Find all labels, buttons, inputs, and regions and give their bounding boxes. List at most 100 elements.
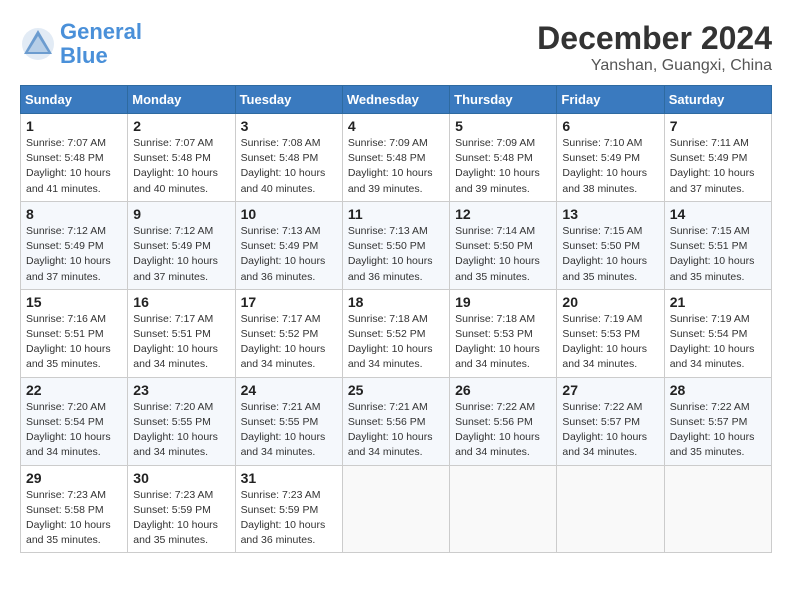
day-info: Sunrise: 7:16 AM Sunset: 5:51 PM Dayligh… [26, 312, 122, 373]
day-number: 10 [241, 206, 337, 222]
title-block: December 2024 Yanshan, Guangxi, China [537, 20, 772, 75]
calendar-cell: 12 Sunrise: 7:14 AM Sunset: 5:50 PM Dayli… [450, 201, 557, 289]
calendar-cell: 1Sunrise: 7:07 AM Sunset: 5:48 PM Daylig… [21, 114, 128, 202]
day-info: Sunrise: 7:22 AM Sunset: 5:57 PM Dayligh… [670, 400, 766, 461]
calendar-cell: 16Sunrise: 7:17 AM Sunset: 5:51 PM Dayli… [128, 289, 235, 377]
calendar-cell: 22 Sunrise: 7:20 AM Sunset: 5:54 PM Dayli… [21, 377, 128, 465]
day-number: 18 [348, 294, 444, 310]
calendar-cell: 5 Sunrise: 7:09 AM Sunset: 5:48 PM Daylig… [450, 114, 557, 202]
day-info: Sunrise: 7:13 AM Sunset: 5:49 PM Dayligh… [241, 224, 337, 285]
day-number: 16 [133, 294, 229, 310]
logo-line2: Blue [60, 43, 108, 68]
day-number: 19 [455, 294, 551, 310]
day-info: Sunrise: 7:18 AM Sunset: 5:53 PM Dayligh… [455, 312, 551, 373]
month-title: December 2024 [537, 20, 772, 57]
page-header: General Blue December 2024 Yanshan, Guan… [20, 20, 772, 75]
calendar-cell: 23 Sunrise: 7:20 AM Sunset: 5:55 PM Dayli… [128, 377, 235, 465]
day-info: Sunrise: 7:07 AM Sunset: 5:48 PM Dayligh… [26, 136, 122, 197]
calendar-cell: 27 Sunrise: 7:22 AM Sunset: 5:57 PM Dayli… [557, 377, 664, 465]
calendar-cell: 4 Sunrise: 7:09 AM Sunset: 5:48 PM Daylig… [342, 114, 449, 202]
day-info: Sunrise: 7:08 AM Sunset: 5:48 PM Dayligh… [241, 136, 337, 197]
day-info: Sunrise: 7:12 AM Sunset: 5:49 PM Dayligh… [26, 224, 122, 285]
day-info: Sunrise: 7:13 AM Sunset: 5:50 PM Dayligh… [348, 224, 444, 285]
day-info: Sunrise: 7:09 AM Sunset: 5:48 PM Dayligh… [348, 136, 444, 197]
day-info: Sunrise: 7:10 AM Sunset: 5:49 PM Dayligh… [562, 136, 658, 197]
day-number: 6 [562, 118, 658, 134]
day-info: Sunrise: 7:23 AM Sunset: 5:59 PM Dayligh… [241, 488, 337, 549]
calendar-cell: 8 Sunrise: 7:12 AM Sunset: 5:49 PM Daylig… [21, 201, 128, 289]
location: Yanshan, Guangxi, China [537, 57, 772, 75]
logo-icon [20, 26, 56, 62]
calendar-cell: 25Sunrise: 7:21 AM Sunset: 5:56 PM Dayli… [342, 377, 449, 465]
day-info: Sunrise: 7:15 AM Sunset: 5:51 PM Dayligh… [670, 224, 766, 285]
calendar-cell: 14 Sunrise: 7:15 AM Sunset: 5:51 PM Dayli… [664, 201, 771, 289]
calendar-cell: 3 Sunrise: 7:08 AM Sunset: 5:48 PM Daylig… [235, 114, 342, 202]
day-info: Sunrise: 7:23 AM Sunset: 5:59 PM Dayligh… [133, 488, 229, 549]
calendar-week-row: 8 Sunrise: 7:12 AM Sunset: 5:49 PM Daylig… [21, 201, 772, 289]
day-info: Sunrise: 7:20 AM Sunset: 5:55 PM Dayligh… [133, 400, 229, 461]
weekday-header-friday: Friday [557, 86, 664, 114]
day-number: 25 [348, 382, 444, 398]
day-number: 9 [133, 206, 229, 222]
day-number: 28 [670, 382, 766, 398]
day-number: 14 [670, 206, 766, 222]
day-number: 11 [348, 206, 444, 222]
calendar-cell [342, 465, 449, 553]
day-number: 15 [26, 294, 122, 310]
weekday-header-saturday: Saturday [664, 86, 771, 114]
calendar-cell: 21 Sunrise: 7:19 AM Sunset: 5:54 PM Dayli… [664, 289, 771, 377]
calendar-cell: 19 Sunrise: 7:18 AM Sunset: 5:53 PM Dayli… [450, 289, 557, 377]
calendar-cell: 2 Sunrise: 7:07 AM Sunset: 5:48 PM Daylig… [128, 114, 235, 202]
day-number: 3 [241, 118, 337, 134]
calendar-cell [664, 465, 771, 553]
day-number: 5 [455, 118, 551, 134]
calendar-cell: 20Sunrise: 7:19 AM Sunset: 5:53 PM Dayli… [557, 289, 664, 377]
day-number: 20 [562, 294, 658, 310]
calendar-week-row: 22 Sunrise: 7:20 AM Sunset: 5:54 PM Dayli… [21, 377, 772, 465]
calendar-header-row: SundayMondayTuesdayWednesdayThursdayFrid… [21, 86, 772, 114]
calendar-body: 1Sunrise: 7:07 AM Sunset: 5:48 PM Daylig… [21, 114, 772, 553]
calendar-cell: 26Sunrise: 7:22 AM Sunset: 5:56 PM Dayli… [450, 377, 557, 465]
day-number: 27 [562, 382, 658, 398]
day-number: 12 [455, 206, 551, 222]
calendar-week-row: 29 Sunrise: 7:23 AM Sunset: 5:58 PM Dayli… [21, 465, 772, 553]
day-number: 30 [133, 470, 229, 486]
day-info: Sunrise: 7:19 AM Sunset: 5:54 PM Dayligh… [670, 312, 766, 373]
day-info: Sunrise: 7:21 AM Sunset: 5:55 PM Dayligh… [241, 400, 337, 461]
weekday-header-thursday: Thursday [450, 86, 557, 114]
day-info: Sunrise: 7:20 AM Sunset: 5:54 PM Dayligh… [26, 400, 122, 461]
calendar-cell [557, 465, 664, 553]
day-number: 23 [133, 382, 229, 398]
day-number: 22 [26, 382, 122, 398]
day-info: Sunrise: 7:23 AM Sunset: 5:58 PM Dayligh… [26, 488, 122, 549]
weekday-header-tuesday: Tuesday [235, 86, 342, 114]
calendar-cell: 15 Sunrise: 7:16 AM Sunset: 5:51 PM Dayli… [21, 289, 128, 377]
calendar-cell: 9Sunrise: 7:12 AM Sunset: 5:49 PM Daylig… [128, 201, 235, 289]
day-number: 7 [670, 118, 766, 134]
day-number: 17 [241, 294, 337, 310]
day-number: 8 [26, 206, 122, 222]
day-info: Sunrise: 7:11 AM Sunset: 5:49 PM Dayligh… [670, 136, 766, 197]
day-info: Sunrise: 7:18 AM Sunset: 5:52 PM Dayligh… [348, 312, 444, 373]
day-info: Sunrise: 7:14 AM Sunset: 5:50 PM Dayligh… [455, 224, 551, 285]
day-number: 29 [26, 470, 122, 486]
calendar-week-row: 15 Sunrise: 7:16 AM Sunset: 5:51 PM Dayli… [21, 289, 772, 377]
calendar-cell: 10 Sunrise: 7:13 AM Sunset: 5:49 PM Dayli… [235, 201, 342, 289]
calendar-cell: 13Sunrise: 7:15 AM Sunset: 5:50 PM Dayli… [557, 201, 664, 289]
calendar-cell: 28 Sunrise: 7:22 AM Sunset: 5:57 PM Dayli… [664, 377, 771, 465]
day-info: Sunrise: 7:22 AM Sunset: 5:57 PM Dayligh… [562, 400, 658, 461]
calendar-cell: 31Sunrise: 7:23 AM Sunset: 5:59 PM Dayli… [235, 465, 342, 553]
calendar-cell: 11 Sunrise: 7:13 AM Sunset: 5:50 PM Dayli… [342, 201, 449, 289]
weekday-header-wednesday: Wednesday [342, 86, 449, 114]
calendar-table: SundayMondayTuesdayWednesdayThursdayFrid… [20, 85, 772, 553]
day-number: 4 [348, 118, 444, 134]
day-info: Sunrise: 7:09 AM Sunset: 5:48 PM Dayligh… [455, 136, 551, 197]
day-info: Sunrise: 7:22 AM Sunset: 5:56 PM Dayligh… [455, 400, 551, 461]
calendar-cell: 17Sunrise: 7:17 AM Sunset: 5:52 PM Dayli… [235, 289, 342, 377]
day-info: Sunrise: 7:07 AM Sunset: 5:48 PM Dayligh… [133, 136, 229, 197]
calendar-cell: 6 Sunrise: 7:10 AM Sunset: 5:49 PM Daylig… [557, 114, 664, 202]
calendar-cell: 29 Sunrise: 7:23 AM Sunset: 5:58 PM Dayli… [21, 465, 128, 553]
calendar-cell: 24Sunrise: 7:21 AM Sunset: 5:55 PM Dayli… [235, 377, 342, 465]
day-number: 21 [670, 294, 766, 310]
day-number: 2 [133, 118, 229, 134]
